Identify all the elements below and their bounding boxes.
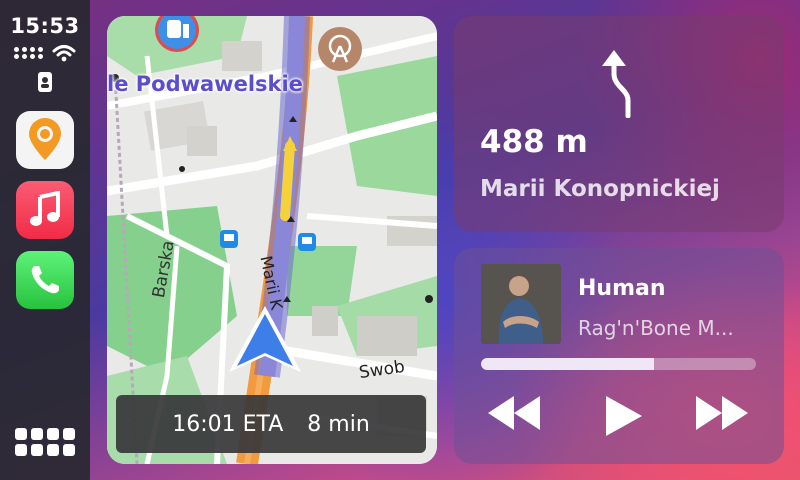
wifi-icon [52,45,76,62]
cellular-signal-icon [14,47,43,59]
playback-progress-fill [481,358,655,370]
bus-stop-icon [298,233,316,251]
rewind-icon[interactable] [486,394,542,432]
music-app-button[interactable] [16,181,74,239]
playback-progress-bar[interactable] [481,358,756,370]
fast-forward-icon[interactable] [694,394,750,432]
turn-slight-left-arrow-icon [602,50,631,118]
track-artist: Rag'n'Bone M... [578,316,734,340]
phone-app-button[interactable] [16,251,74,309]
eta-bar[interactable]: 16:01 ETA 8 min [116,395,426,453]
track-title: Human [578,276,666,301]
phone-connected-icon [38,72,52,92]
play-icon[interactable] [604,394,644,438]
maneuver-distance: 488 m [480,124,588,160]
maneuver-street: Marii Konopnickiej [480,176,720,202]
phone-icon [31,266,59,294]
album-art[interactable] [481,264,561,344]
app-grid-icon[interactable] [15,428,75,456]
map-pin-icon [29,118,61,160]
music-note-icon [30,191,60,226]
street-label: le Podwawelskie [107,72,303,96]
sidebar: 15:53 [0,0,90,480]
maps-app-button[interactable] [16,111,74,169]
status-indicators [14,44,76,62]
eta-time: 16:01 ETA [172,411,284,437]
ferris-wheel-icon [318,27,362,71]
maneuver-card[interactable]: 488 m Marii Konopnickiej [454,16,784,232]
navigation-map[interactable]: le Podwawelskie Barska Marii K Swob 16:0… [107,16,437,464]
eta-duration: 8 min [307,411,370,437]
status-time: 15:53 [10,14,80,38]
now-playing-card[interactable]: Human Rag'n'Bone M... [454,248,784,464]
bus-stop-icon [220,230,238,248]
